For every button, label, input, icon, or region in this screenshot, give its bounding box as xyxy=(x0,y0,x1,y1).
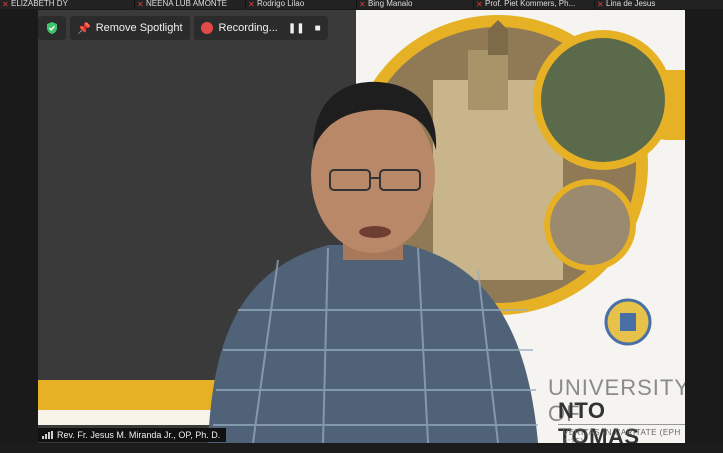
participant-name: Bing Manalo xyxy=(368,0,413,8)
recording-label: Recording... xyxy=(218,22,278,34)
gallery-tile[interactable]: ✕ Rodrigo Lilao xyxy=(246,0,357,9)
motto-divider xyxy=(558,424,685,425)
security-indicator[interactable] xyxy=(38,16,66,40)
stop-recording-button[interactable]: ■ xyxy=(315,23,321,34)
participant-name: Prof. Piet Kommers, Ph... xyxy=(485,0,576,8)
muted-mic-icon: ✕ xyxy=(248,0,255,9)
gallery-tile[interactable]: ✕ Lina de Jesus xyxy=(595,0,723,9)
remove-spotlight-button[interactable]: 📌 Remove Spotlight xyxy=(70,16,190,40)
speaker-name: Rev. Fr. Jesus M. Miranda Jr., OP, Ph. D… xyxy=(57,430,221,440)
gallery-strip: ✕ ELIZABETH DY ✕ NEENA LUB AMONTE ✕ Rodrigo L… xyxy=(0,0,723,9)
muted-mic-icon: ✕ xyxy=(137,0,144,9)
pin-icon: 📌 xyxy=(77,22,91,35)
participant-name: Lina de Jesus xyxy=(606,0,656,8)
meeting-toolbar: 📌 Remove Spotlight Recording... ❚❚ ■ xyxy=(38,14,328,42)
gallery-tile[interactable]: ✕ Bing Manalo xyxy=(357,0,474,9)
spotlight-video[interactable]: UNIVERSITY OF NTO TOMAS VERITAS IN CARIT… xyxy=(38,10,685,443)
gallery-tile[interactable]: ✕ NEENA LUB AMONTE xyxy=(135,0,246,9)
recording-indicator: Recording... ❚❚ ■ xyxy=(193,16,328,40)
muted-mic-icon: ✕ xyxy=(476,0,483,9)
muted-mic-icon: ✕ xyxy=(597,0,604,9)
participant-name: NEENA LUB AMONTE xyxy=(146,0,227,8)
shield-icon xyxy=(47,22,57,34)
motto-text: VERITAS IN CARITATE (EPH 4:15) xyxy=(563,428,681,443)
muted-mic-icon: ✕ xyxy=(2,0,9,9)
record-icon xyxy=(200,22,213,34)
participant-name: ELIZABETH DY xyxy=(11,0,68,8)
remove-spotlight-label: Remove Spotlight xyxy=(95,22,183,34)
speaker-name-tag: Rev. Fr. Jesus M. Miranda Jr., OP, Ph. D… xyxy=(38,428,227,442)
participant-name: Rodrigo Lilao xyxy=(257,0,305,8)
signal-icon xyxy=(42,431,53,439)
gallery-tile[interactable]: ✕ ELIZABETH DY xyxy=(0,0,135,9)
bottom-strip xyxy=(0,445,723,453)
pause-recording-button[interactable]: ❚❚ xyxy=(288,23,305,34)
muted-mic-icon: ✕ xyxy=(359,0,366,9)
gallery-tile[interactable]: ✕ Prof. Piet Kommers, Ph... xyxy=(474,0,595,9)
